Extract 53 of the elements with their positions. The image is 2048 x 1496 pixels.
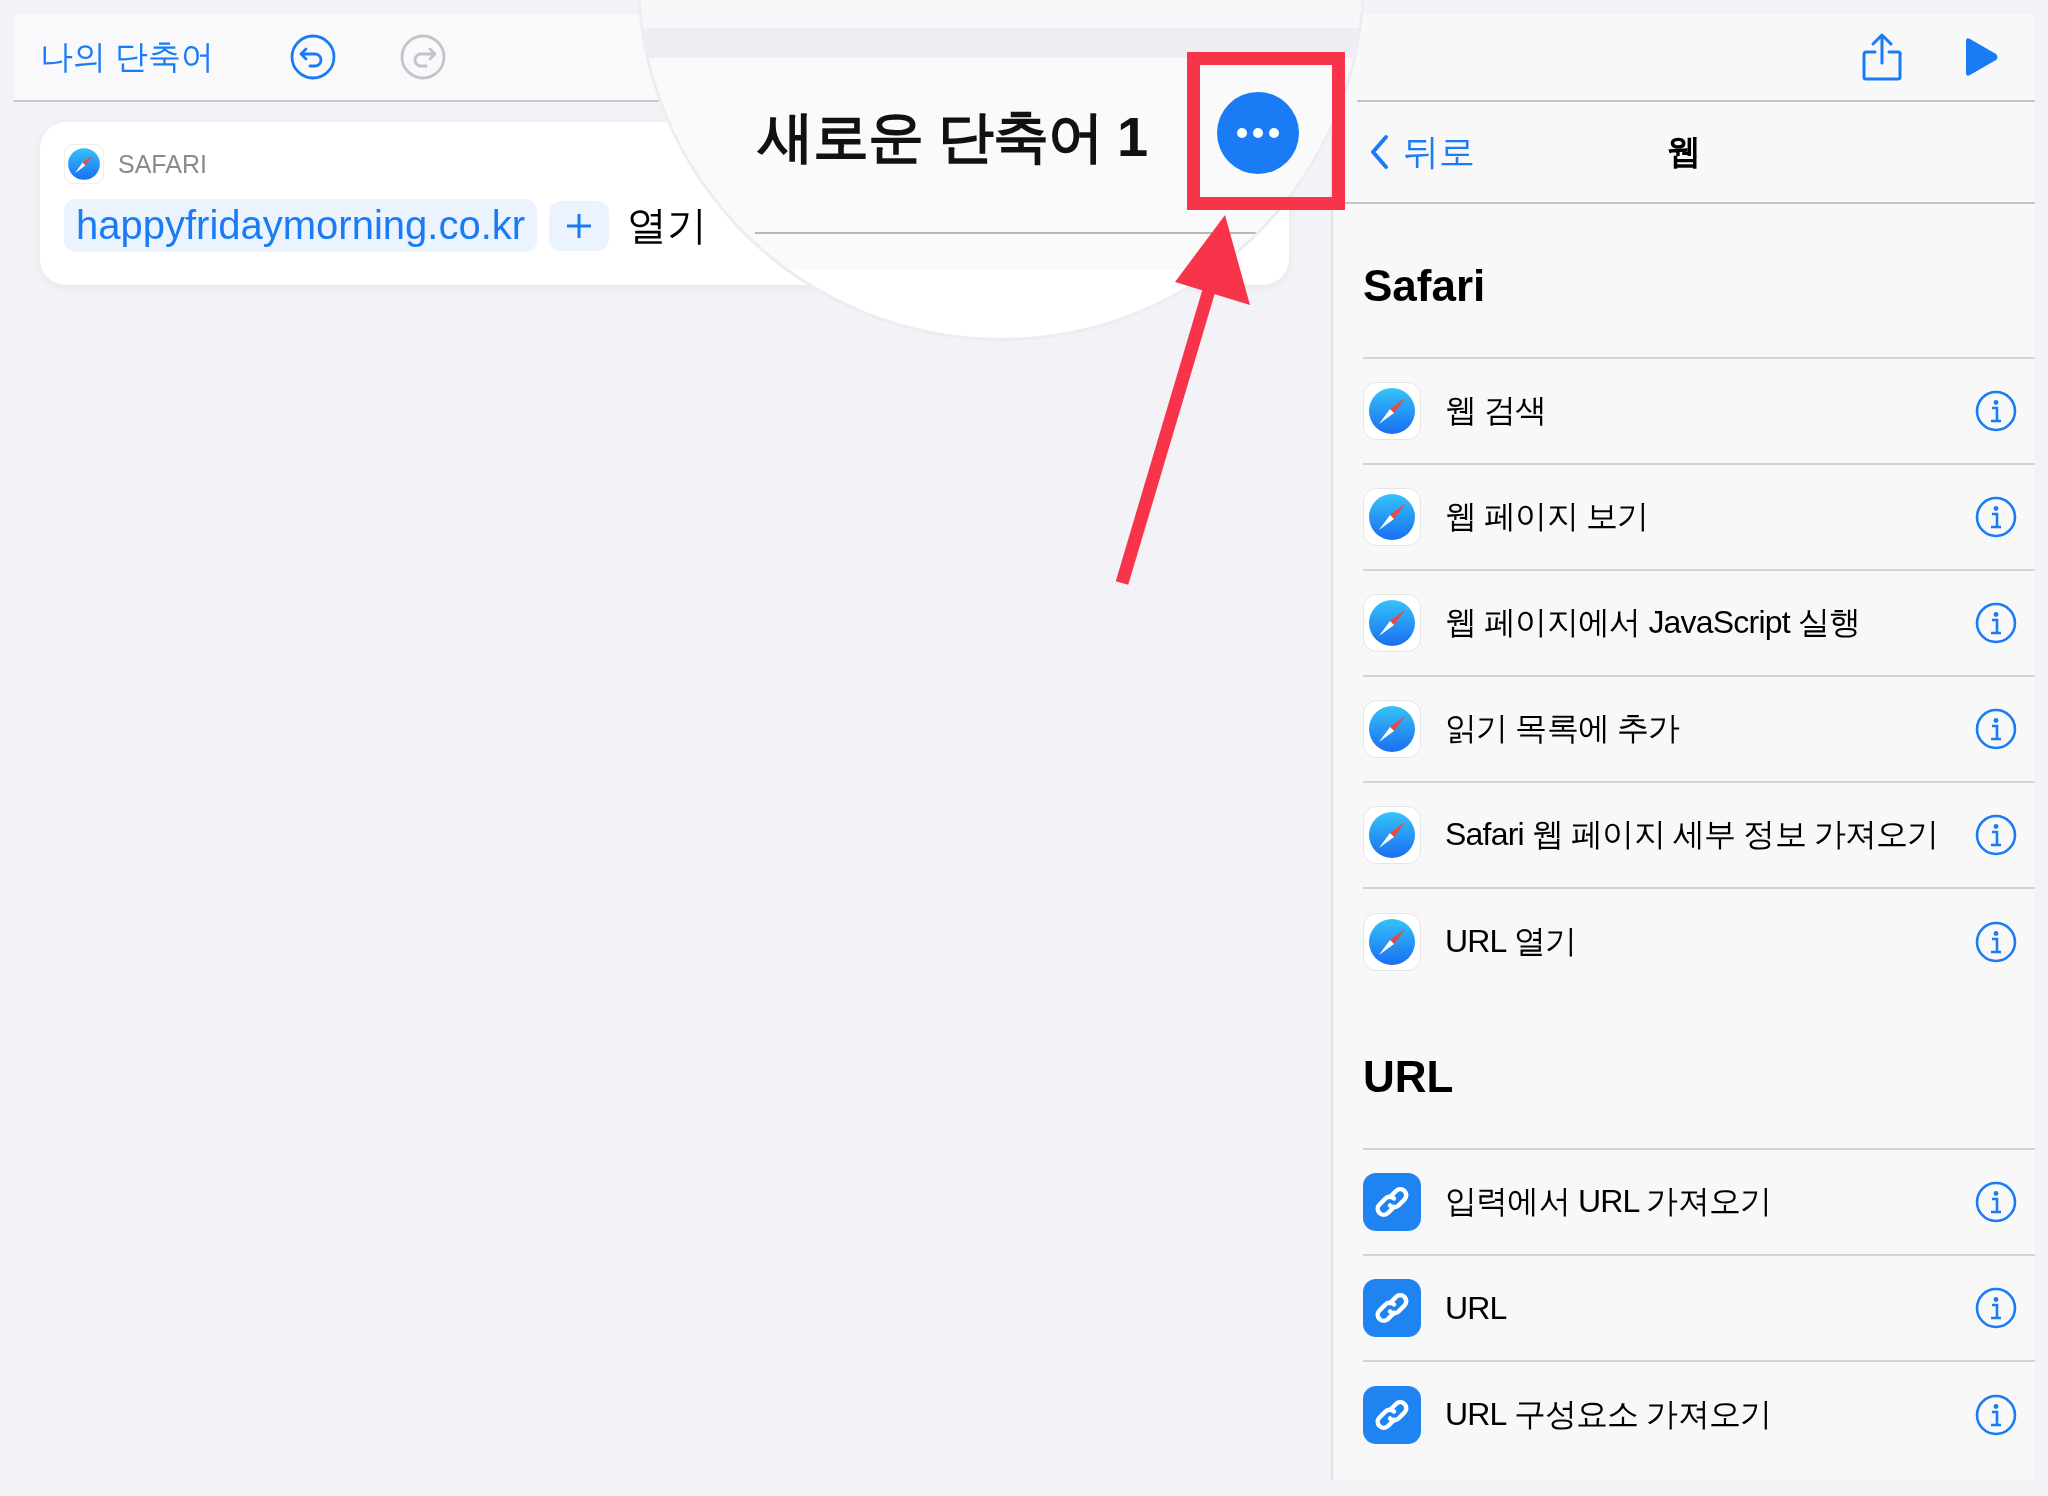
link-icon xyxy=(1363,1173,1421,1231)
action-row[interactable]: 입력에서 URL 가져오기 xyxy=(1363,1150,2035,1256)
compass-icon xyxy=(1363,594,1421,652)
action-row[interactable]: Safari 웹 페이지 세부 정보 가져오기 xyxy=(1363,783,2035,889)
link-icon xyxy=(1363,1279,1421,1337)
action-label: URL xyxy=(1445,1289,1508,1327)
section-heading: URL xyxy=(1363,1051,1454,1102)
info-icon[interactable] xyxy=(1975,1287,2017,1329)
compass-icon xyxy=(1363,700,1421,758)
back-link[interactable]: 나의 단축어 xyxy=(40,34,215,80)
info-icon[interactable] xyxy=(1975,921,2017,963)
plus-icon xyxy=(565,211,594,240)
action-label: URL 구성요소 가져오기 xyxy=(1445,1395,1773,1434)
info-icon[interactable] xyxy=(1975,1394,2017,1436)
shortcut-title: 새로운 단축어 1 xyxy=(758,104,1148,170)
compass-icon xyxy=(1363,806,1421,864)
action-label: URL 열기 xyxy=(1445,922,1577,961)
compass-icon xyxy=(1363,488,1421,546)
app-name: SAFARI xyxy=(118,149,207,179)
undo-button[interactable] xyxy=(289,33,338,81)
section-heading: Safari xyxy=(1363,260,1486,311)
link-icon xyxy=(1363,1386,1421,1444)
play-icon[interactable] xyxy=(1963,37,1999,77)
action-row[interactable]: 웹 페이지 보기 xyxy=(1363,465,2035,571)
action-row[interactable]: URL xyxy=(1363,1256,2035,1362)
info-icon[interactable] xyxy=(1975,496,2017,538)
action-label: 웹 페이지에서 JavaScript 실행 xyxy=(1445,603,1862,642)
action-row[interactable]: 웹 검색 xyxy=(1363,359,2035,465)
action-label: 입력에서 URL 가져오기 xyxy=(1445,1182,1773,1221)
action-label: 웹 검색 xyxy=(1445,391,1548,430)
compass-icon xyxy=(1363,382,1421,440)
compass-icon xyxy=(1363,913,1421,971)
action-row[interactable]: URL 열기 xyxy=(1363,889,2035,995)
info-icon[interactable] xyxy=(1975,814,2017,856)
add-button[interactable] xyxy=(549,200,610,251)
action-row[interactable]: URL 구성요소 가져오기 xyxy=(1363,1362,2035,1468)
info-icon[interactable] xyxy=(1975,1181,2017,1223)
ellipsis-icon xyxy=(1235,127,1281,139)
info-icon[interactable] xyxy=(1975,708,2017,750)
action-label: 읽기 목록에 추가 xyxy=(1445,709,1681,748)
back-button[interactable]: 뒤로 xyxy=(1369,127,1475,177)
action-label: Safari 웹 페이지 세부 정보 가져오기 xyxy=(1445,815,1940,854)
action-row[interactable]: 웹 페이지에서 JavaScript 실행 xyxy=(1363,571,2035,677)
action-label: 웹 페이지 보기 xyxy=(1445,497,1650,536)
chevron-icon xyxy=(1369,134,1389,170)
info-icon[interactable] xyxy=(1975,390,2017,432)
info-icon[interactable] xyxy=(1975,602,2017,644)
url-token[interactable]: happyfridaymorning.co.kr xyxy=(64,199,538,252)
compass-icon xyxy=(64,144,104,184)
panel-title: 웹 xyxy=(1667,131,1701,172)
share-icon[interactable] xyxy=(1861,32,1903,82)
action-label: 열기 xyxy=(627,202,708,249)
action-row[interactable]: 읽기 목록에 추가 xyxy=(1363,677,2035,783)
